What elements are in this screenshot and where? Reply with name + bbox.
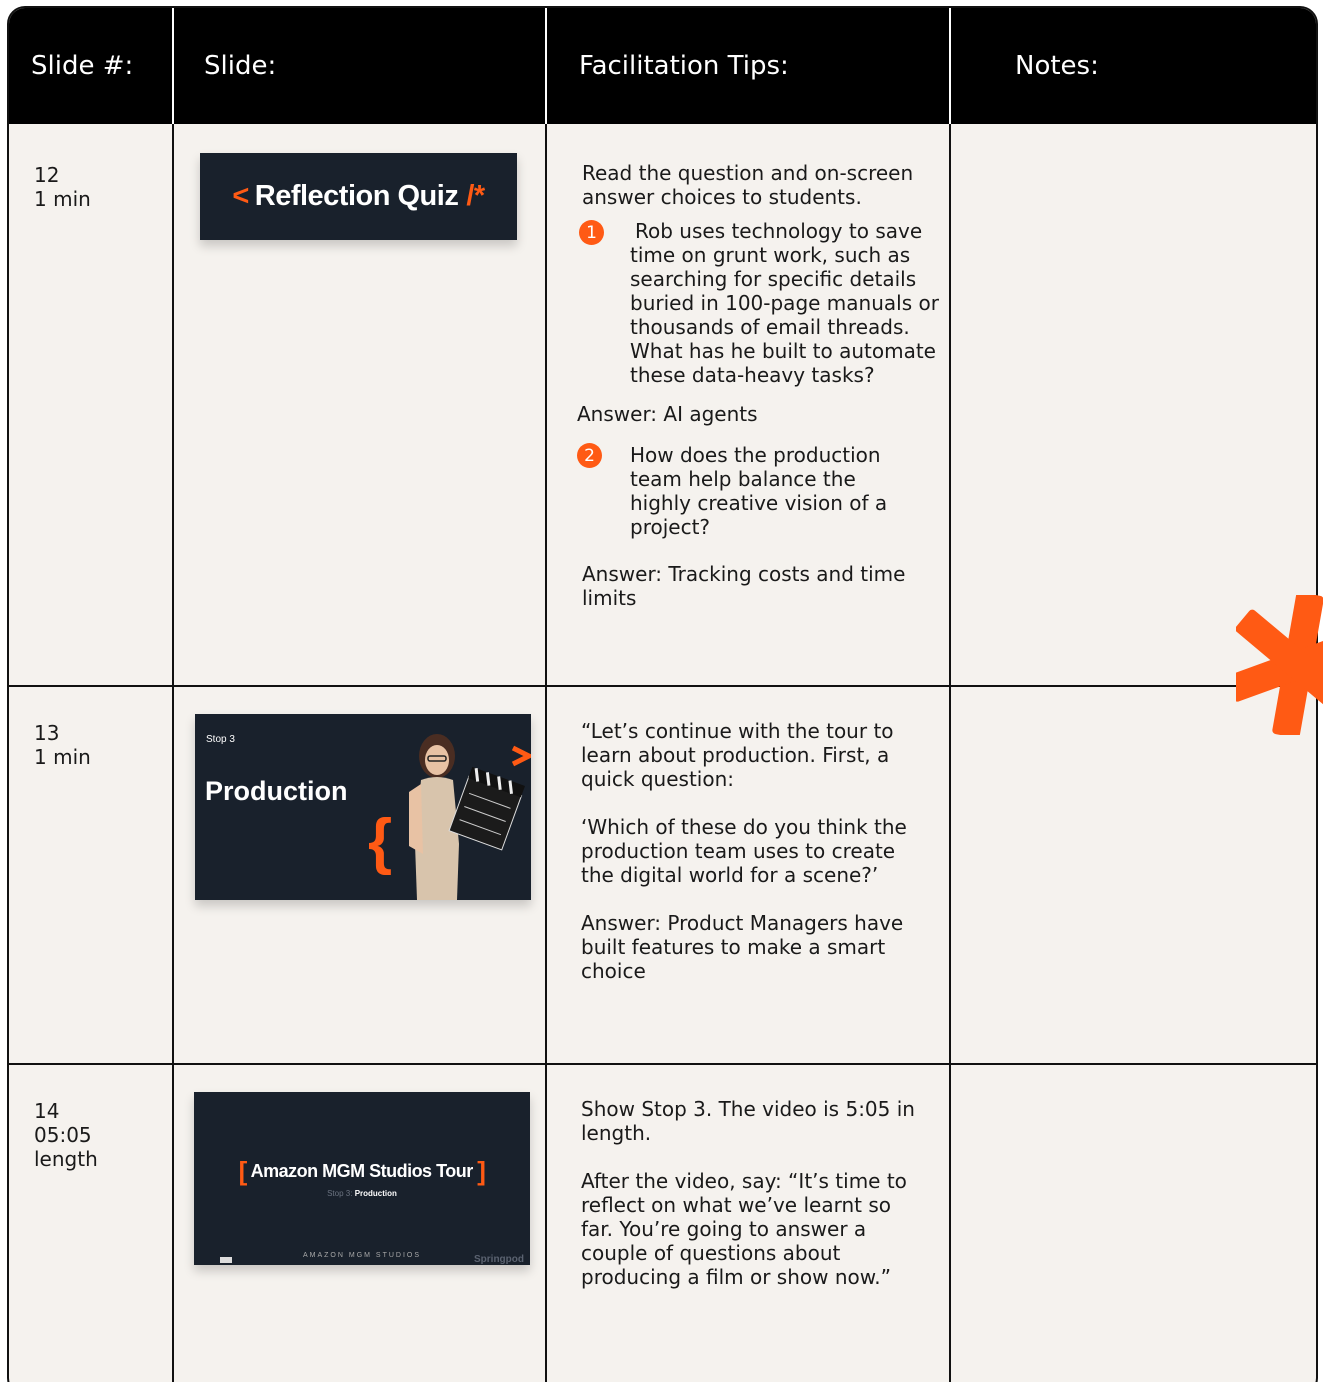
slide-title: [ Amazon MGM Studios Tour ]	[238, 1156, 486, 1186]
slide-subtitle: Stop 3: Production	[327, 1189, 397, 1198]
svg-text:{: {	[368, 807, 392, 876]
tips-after-video: After the video, say: “It’s time to refl…	[581, 1169, 907, 1289]
slide-thumbnail-reflection-quiz[interactable]: < Reflection Quiz /*	[200, 153, 517, 240]
tips-answer-1: Answer: AI agents	[577, 402, 758, 426]
column-divider	[172, 8, 174, 1382]
tips-intro-question: “Let’s continue with the tour to learn a…	[581, 719, 894, 791]
tips-question: ‘Which of these do you think the product…	[581, 815, 907, 887]
presenter-with-clapperboard-image: {	[368, 734, 531, 900]
header-notes: Notes:	[1015, 51, 1099, 81]
slide-thumbnail-production[interactable]: Stop 3 Production {	[195, 714, 531, 900]
slide-number-13: 13 1 min	[34, 721, 91, 769]
header-facilitation-tips: Facilitation Tips:	[579, 51, 789, 81]
partner-logo: Springpod	[474, 1254, 524, 1265]
tips-video-instruction: Show Stop 3. The video is 5:05 in length…	[581, 1097, 915, 1145]
tips-answer-2: Answer: Tracking costs and time limits	[582, 562, 906, 610]
slide-title: < Reflection Quiz /*	[232, 180, 485, 212]
tips-question-1: Rob uses technology to save time on grun…	[630, 219, 939, 387]
small-logo-icon	[220, 1257, 232, 1263]
question-number-badge: 1	[579, 220, 604, 245]
slide-number-14: 14 05:05 length	[34, 1099, 98, 1171]
asterisk-decoration-icon	[1236, 595, 1323, 735]
question-number-badge: 2	[577, 443, 602, 468]
lesson-plan-table: Slide #: Slide: Facilitation Tips: Notes…	[7, 6, 1318, 1382]
column-divider	[545, 8, 547, 1382]
tips-answer: Answer: Product Managers have built feat…	[581, 911, 904, 983]
tips-question-2: How does the production team help balanc…	[630, 443, 888, 539]
slide-thumbnail-studios-tour[interactable]: [ Amazon MGM Studios Tour ] Stop 3: Prod…	[194, 1092, 530, 1265]
row-divider	[9, 685, 1316, 687]
header-slide-number: Slide #:	[31, 51, 134, 81]
header-slide: Slide:	[204, 51, 277, 81]
tips-intro: Read the question and on-screen answer c…	[582, 161, 914, 209]
row-divider	[9, 1063, 1316, 1065]
slide-number-12: 12 1 min	[34, 163, 91, 211]
column-divider	[949, 8, 951, 1382]
